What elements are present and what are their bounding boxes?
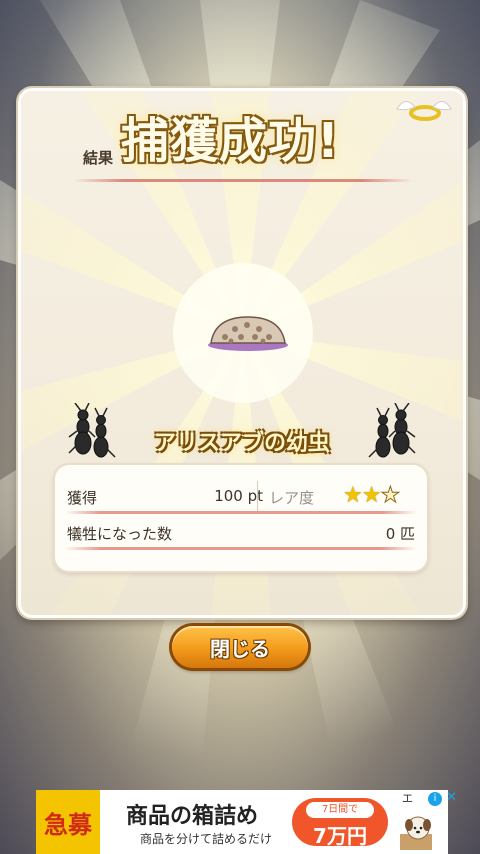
victims-row: 犠牲になった数 0 匹 (67, 517, 415, 547)
star-filled-icon: ★ (343, 483, 363, 508)
ad-cta-button[interactable]: 7日間で 7万円 (292, 798, 388, 848)
ad-cta-top: 7日間で (306, 802, 374, 818)
rarity-stars: ★★★ (343, 483, 401, 509)
ad-info-icon[interactable]: i (428, 792, 442, 806)
star-empty-icon: ★ (380, 483, 401, 509)
ad-cta-main: 7万円 (313, 824, 367, 848)
insect-name: アリスアブの幼虫 (153, 431, 330, 456)
obtained-row: 獲得 100 pt レア度 ★★★ (67, 481, 415, 511)
result-info-box: 獲得 100 pt レア度 ★★★ 犠牲になった数 0 匹 (55, 465, 427, 571)
ad-subtext: 商品を分けて詰めるだけ (140, 832, 273, 846)
row-divider (65, 511, 417, 514)
halo-wings-icon (396, 101, 452, 121)
ad-close-icon[interactable]: ✕ (446, 790, 457, 805)
capture-success-title: 捕獲成功! (121, 113, 340, 169)
result-label: 結果 (83, 149, 114, 167)
dog-icon (400, 816, 432, 850)
ad-choice-text: エ (402, 792, 413, 805)
larva-icon (208, 316, 288, 351)
obtained-value: 100 pt (214, 487, 263, 505)
title-divider (73, 179, 413, 182)
rarity-label: レア度 (269, 489, 315, 507)
star-filled-icon: ★ (361, 483, 382, 508)
row-separator (257, 481, 258, 511)
victims-value: 0 匹 (385, 525, 415, 543)
result-panel: 結果 捕獲成功! アリスアブの幼虫 獲得 100 pt レア度 ★★★ 犠牲にな… (18, 88, 466, 618)
victims-label: 犠牲になった数 (67, 525, 173, 543)
obtained-label: 獲得 (67, 489, 98, 507)
close-button[interactable]: 閉じる (172, 626, 308, 668)
row-divider (65, 547, 417, 550)
ad-tag: 急募 (36, 790, 100, 854)
ad-headline: 商品の箱詰め (126, 804, 259, 829)
ad-banner[interactable]: 急募 商品の箱詰め 商品を分けて詰めるだけ 7日間で 7万円 エ i ✕ (36, 790, 457, 854)
